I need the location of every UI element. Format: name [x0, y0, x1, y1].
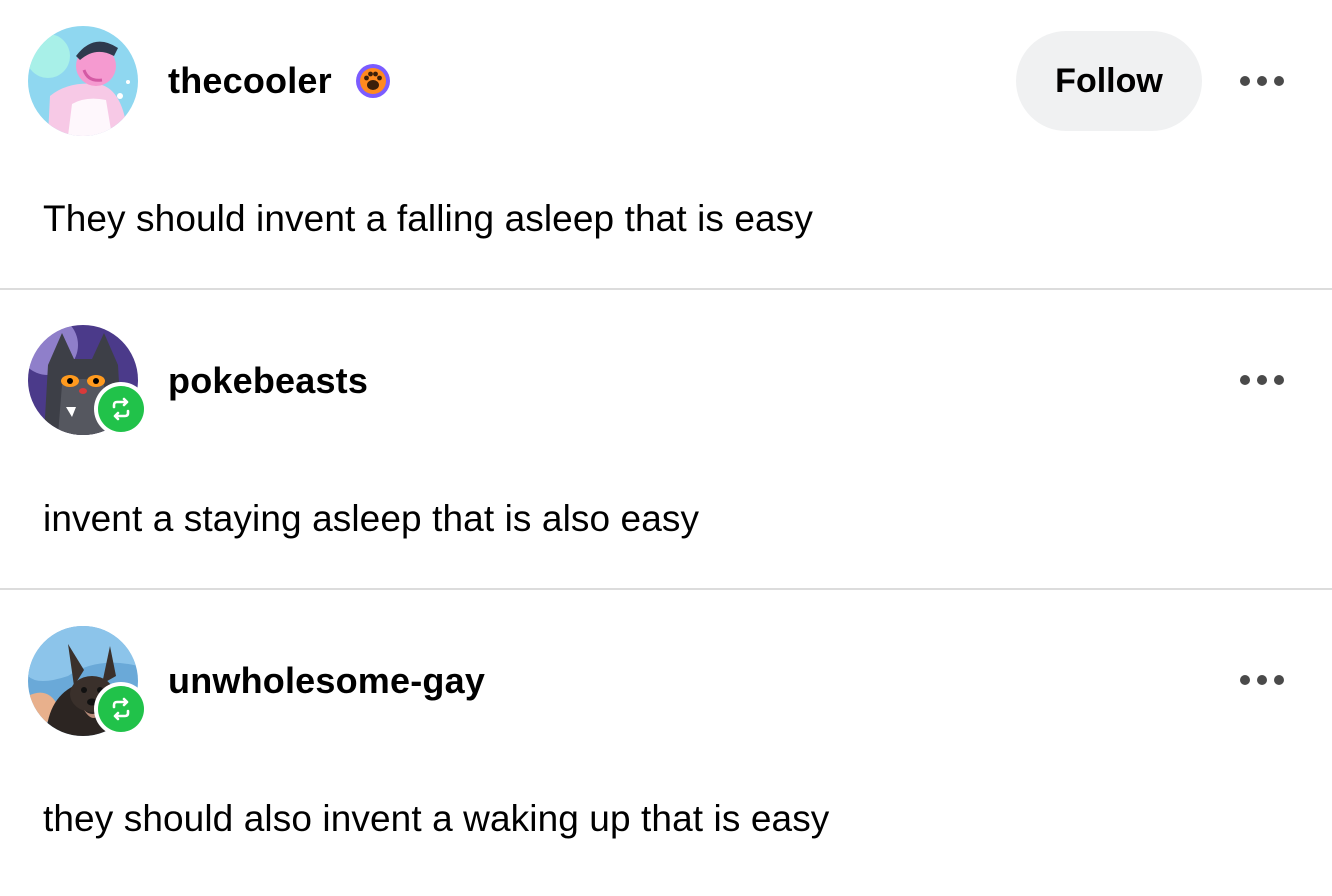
- username-unwholesome-gay[interactable]: unwholesome-gay: [168, 660, 485, 702]
- ellipsis-icon[interactable]: [1236, 670, 1290, 690]
- ellipsis-icon[interactable]: [1236, 370, 1290, 390]
- username-pokebeasts[interactable]: pokebeasts: [168, 360, 368, 402]
- post-unwholesome-gay: unwholesome-gay they should also invent …: [0, 0, 1332, 839]
- reblog-badge: [94, 682, 148, 736]
- reblog-icon: [112, 697, 130, 721]
- post-text: they should also invent a waking up that…: [43, 798, 830, 839]
- reblog-badge: [94, 382, 148, 436]
- divider: [0, 588, 1332, 590]
- reblog-icon: [112, 397, 130, 421]
- post-text: invent a staying asleep that is also eas…: [43, 498, 700, 539]
